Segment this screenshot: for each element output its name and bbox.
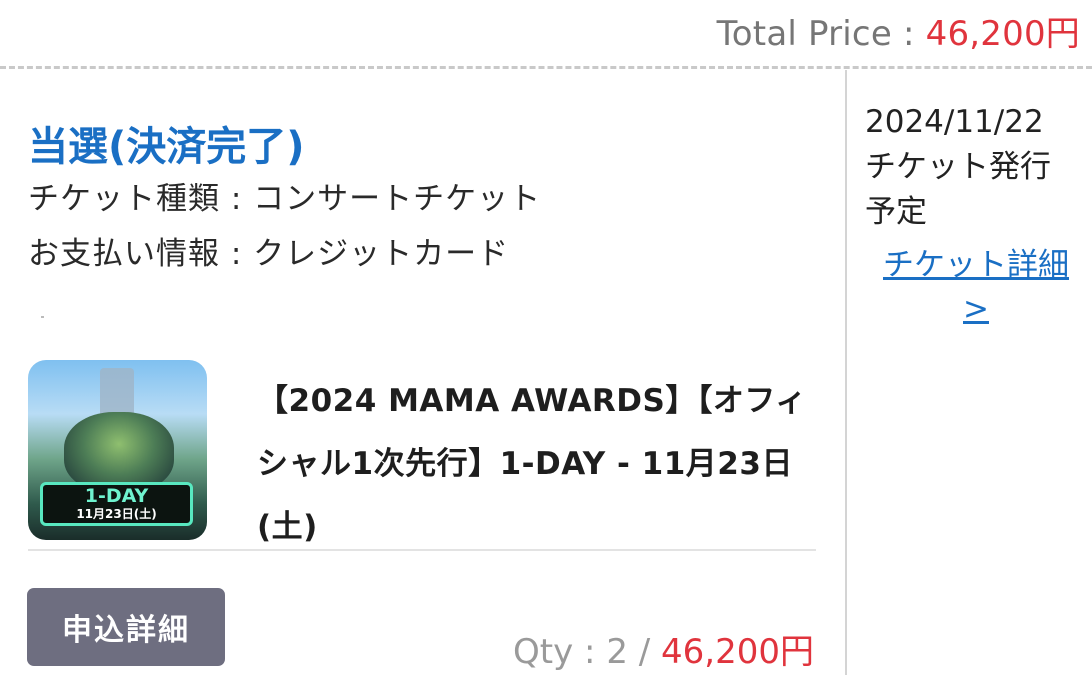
thumbnail-badge-day: 1-DAY xyxy=(84,485,149,507)
ticket-detail-link[interactable]: チケット詳細 > xyxy=(866,243,1086,331)
ticket-type: チケット種類 : コンサートチケット xyxy=(28,181,542,217)
application-detail-button[interactable]: 申込詳細 xyxy=(27,588,225,666)
quantity-price: Qty : 2 / 46,200円 xyxy=(513,624,814,673)
total-price-label: Total Price : xyxy=(716,14,926,54)
total-price-value: 46,200円 xyxy=(925,14,1080,54)
issue-info: 2024/11/22 チケット発行予定 xyxy=(865,100,1080,235)
total-price: Total Price : 46,200円 xyxy=(717,6,1080,55)
event-title: 【2024 MAMA AWARDS】【オフィシャル1次先行】1-DAY - 11… xyxy=(257,383,807,545)
thumbnail-badge: 1-DAY 11月23日(土) xyxy=(40,482,193,526)
payment-info: お支払い情報 : クレジットカード xyxy=(28,236,510,272)
issue-text: チケット発行予定 xyxy=(865,149,1051,230)
qty-price: 46,200円 xyxy=(661,632,814,672)
column-divider xyxy=(845,70,847,675)
thumbnail-island xyxy=(64,412,174,492)
item-separator xyxy=(28,549,816,551)
order-status: 当選(決済完了) xyxy=(28,124,305,170)
event-thumbnail: 1-DAY 11月23日(土) xyxy=(28,360,207,540)
issue-date: 2024/11/22 xyxy=(865,104,1044,140)
thumbnail-badge-date: 11月23日(土) xyxy=(76,507,157,521)
qty-label: Qty : 2 / xyxy=(513,632,662,672)
dashed-divider xyxy=(0,66,1092,69)
divider-dot xyxy=(41,316,44,318)
